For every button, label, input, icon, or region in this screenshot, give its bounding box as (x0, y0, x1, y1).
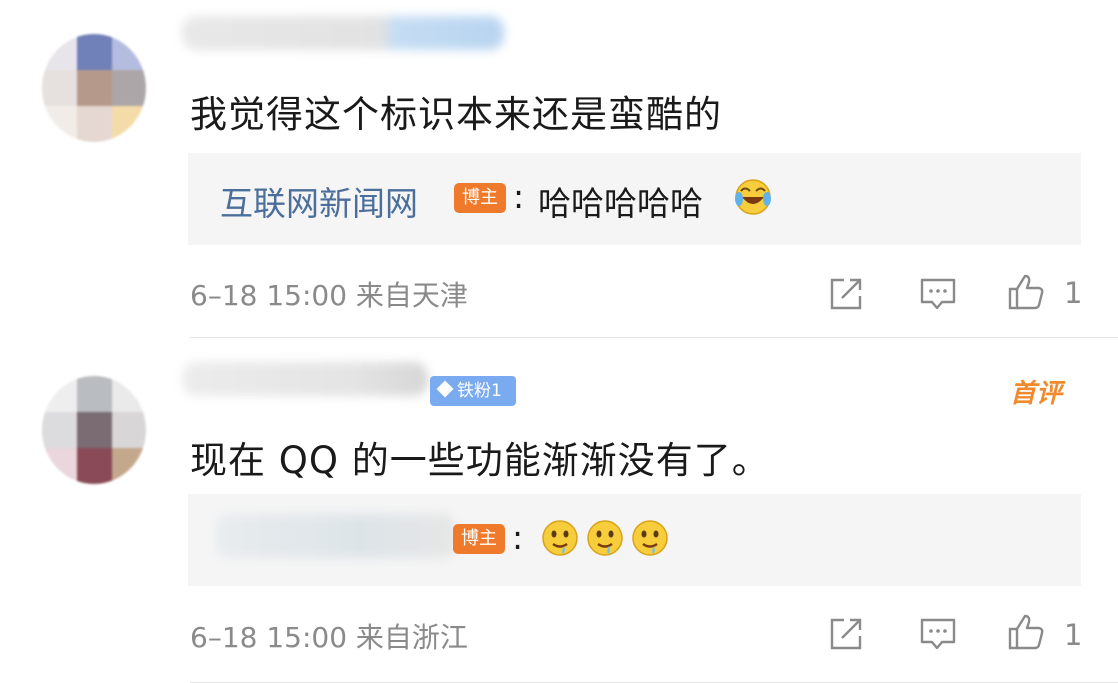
reply-colon: : (512, 518, 524, 557)
reply-colon: : (513, 177, 525, 216)
diamond-icon (436, 380, 454, 398)
like-icon[interactable] (1006, 272, 1046, 312)
comment-item: 现在 QQ 的一些功能渐渐没有了。 博主 : 6–18 15:00 来自浙江 1 (0, 338, 1118, 683)
comment-meta: 6–18 15:00 来自浙江 (190, 621, 468, 654)
comment-text: 现在 QQ 的一些功能渐渐没有了。 (190, 439, 770, 482)
comment-text: 我觉得这个标识本来还是蛮酷的 (190, 93, 722, 136)
laughing-crying-emoji (735, 179, 771, 215)
drooling-emoji (632, 520, 668, 556)
reply-author-link[interactable]: 互联网新闻网 (220, 177, 418, 225)
share-icon[interactable] (826, 614, 866, 654)
comment-meta: 6–18 15:00 来自天津 (190, 279, 468, 312)
like-count: 1 (1064, 276, 1083, 310)
drooling-emoji (587, 520, 623, 556)
comment-icon[interactable] (918, 274, 958, 314)
username-redacted[interactable] (182, 362, 428, 396)
blogger-badge: 博主 (453, 524, 505, 554)
reply-text: 哈哈哈哈哈 (538, 184, 703, 223)
drooling-emoji (542, 520, 578, 556)
reply-box[interactable]: 互联网新闻网 博主 : 哈哈哈哈哈 (188, 153, 1081, 245)
fan-badge[interactable]: 铁粉1 (430, 376, 516, 406)
comment-icon[interactable] (918, 614, 958, 654)
reply-box[interactable]: 博主 : (188, 494, 1081, 586)
comment-item: 我觉得这个标识本来还是蛮酷的 互联网新闻网 博主 : 哈哈哈哈哈 6–18 15… (0, 0, 1118, 338)
avatar[interactable] (42, 34, 146, 142)
reply-author-redacted[interactable] (216, 514, 456, 558)
avatar[interactable] (42, 376, 146, 484)
first-comment-tag: 首评 (1010, 379, 1063, 409)
like-icon[interactable] (1006, 612, 1046, 652)
share-icon[interactable] (826, 274, 866, 314)
username-redacted[interactable] (182, 16, 504, 50)
like-count: 1 (1064, 618, 1083, 652)
fan-badge-label: 铁粉1 (457, 381, 502, 401)
blogger-badge: 博主 (454, 183, 506, 213)
